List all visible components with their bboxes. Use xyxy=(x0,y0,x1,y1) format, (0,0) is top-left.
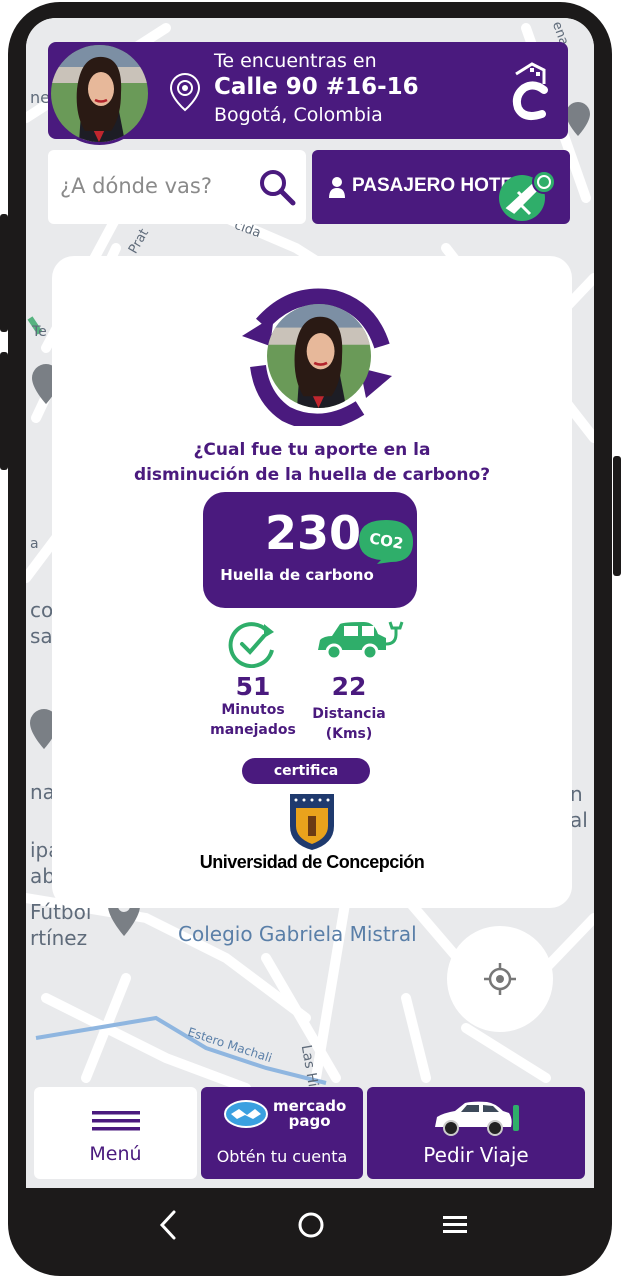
distance-label: Distancia (Kms) xyxy=(299,704,399,744)
plane-icon xyxy=(499,170,556,221)
minutes-label-line: Minutos xyxy=(221,702,285,718)
crosshair-icon xyxy=(484,963,516,995)
avatar[interactable] xyxy=(48,42,151,145)
distance-value: 22 xyxy=(331,672,367,701)
system-navigation-bar xyxy=(26,1188,594,1262)
university-name: Universidad de Concepción xyxy=(199,852,425,872)
recents-icon[interactable] xyxy=(438,1208,472,1242)
search-input[interactable]: ¿A dónde vas? xyxy=(60,174,212,198)
mp-line: pago xyxy=(288,1112,331,1130)
volume-button xyxy=(0,214,8,332)
location-pin-icon xyxy=(169,72,201,112)
map-label-edge: co xyxy=(30,598,54,622)
distance-label-line: Distancia xyxy=(312,706,386,722)
pasajero-hoteles-button[interactable]: PASAJERO HOTELES xyxy=(312,150,570,224)
location-prefix: Te encuentras en xyxy=(214,50,377,72)
map-label-edge: a xyxy=(30,536,39,552)
pedir-viaje-label: Pedir Viaje xyxy=(423,1143,529,1167)
map-label-colegio: Colegio Gabriela Mistral xyxy=(178,922,417,946)
question-line: disminución de la huella de carbono? xyxy=(133,465,491,485)
power-button xyxy=(613,456,621,576)
clock-check-icon xyxy=(228,622,274,668)
distance-label-line: (Kms) xyxy=(325,726,373,742)
co2-value: 230 xyxy=(265,506,362,560)
screen: Colegio Gabriela Mistral Estero Machali … xyxy=(26,18,594,1188)
map-label-edge: ne xyxy=(30,88,50,107)
co2-badge-icon: CO2 xyxy=(359,520,413,564)
mercado-pago-label: Obtén tu cuenta xyxy=(216,1147,348,1166)
menu-label: Menú xyxy=(89,1143,142,1165)
hamburger-menu-icon xyxy=(92,1111,140,1131)
app-logo-icon xyxy=(512,62,548,120)
co2-summary: 230 Huella de carbono CO2 xyxy=(203,492,417,608)
destination-search[interactable]: ¿A dónde vas? xyxy=(48,150,306,224)
location-header[interactable]: Te encuentras en Calle 90 #16-16 Bogotá,… xyxy=(48,42,568,145)
back-icon[interactable] xyxy=(152,1208,186,1242)
mercado-pago-button[interactable]: mercado pago Obtén tu cuenta xyxy=(201,1087,363,1179)
car-icon xyxy=(435,1101,519,1136)
university-shield-logo xyxy=(290,794,334,850)
certifica-badge: certifica xyxy=(242,758,370,784)
minutes-value: 51 xyxy=(235,672,271,701)
search-icon[interactable] xyxy=(258,168,296,206)
electric-car-icon xyxy=(318,621,404,661)
pedir-viaje-button[interactable]: Pedir Viaje xyxy=(367,1087,585,1179)
map-label-martinez: rtínez xyxy=(30,926,88,950)
carbon-question: ¿Cual fue tu aporte en la disminución de… xyxy=(52,438,572,488)
menu-button[interactable]: Menú xyxy=(34,1087,197,1179)
co2-caption: Huella de carbono xyxy=(220,566,374,584)
person-icon xyxy=(329,177,345,198)
my-location-button[interactable] xyxy=(447,926,553,1032)
map-label-edge: al xyxy=(570,808,588,832)
location-city: Bogotá, Colombia xyxy=(214,104,383,126)
mercado-pago-logo-icon xyxy=(224,1100,268,1128)
location-street: Calle 90 #16-16 xyxy=(214,74,419,100)
mercado-pago-wordmark: mercado pago xyxy=(273,1099,346,1129)
minutes-label-line: manejados xyxy=(210,722,296,738)
avatar xyxy=(267,304,371,408)
question-line: ¿Cual fue tu aporte en la xyxy=(193,440,431,460)
home-icon[interactable] xyxy=(294,1208,328,1242)
minutes-label: Minutos manejados xyxy=(198,700,308,740)
map-label-edge: Te xyxy=(32,324,47,340)
volume-button xyxy=(0,352,8,470)
carbon-footprint-card: ¿Cual fue tu aporte en la disminución de… xyxy=(52,256,572,908)
